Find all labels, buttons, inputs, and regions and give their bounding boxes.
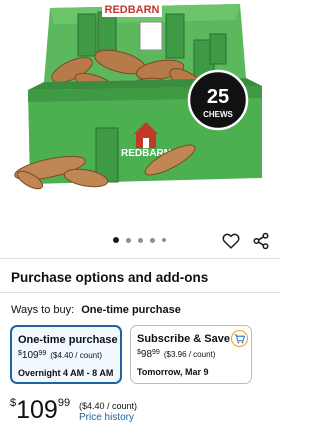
- brand-text: REDBARN: [105, 4, 160, 16]
- share-button[interactable]: [250, 230, 272, 252]
- option-title: Subscribe & Save: [137, 333, 230, 345]
- ways-to-buy: Ways to buy: One-time purchase: [11, 304, 181, 316]
- carousel-dot-3[interactable]: [138, 237, 143, 243]
- one-time-purchase-option[interactable]: One-time purchase $10999 ($4.40 / count) …: [10, 325, 122, 384]
- carousel-dot-1[interactable]: [113, 237, 119, 243]
- price-cents: 99: [57, 397, 71, 409]
- ways-to-buy-value: One-time purchase: [81, 304, 181, 316]
- option-unit-price: ($3.96 / count): [163, 350, 216, 359]
- carousel-dot-5[interactable]: [162, 238, 166, 242]
- share-icon: [253, 232, 269, 250]
- subscribe-and-save-option[interactable]: Subscribe & Save $9899 ($3.96 / count) To…: [130, 325, 252, 384]
- option-unit-price: ($4.40 / count): [50, 351, 102, 360]
- product-image[interactable]: REDBARN REDBARN 25 CHEWS: [0, 0, 280, 226]
- price-whole: 109: [21, 350, 39, 361]
- carousel-dot-4[interactable]: [150, 237, 155, 243]
- option-price: $10999 ($4.40 / count): [18, 350, 102, 361]
- heart-icon: [222, 233, 240, 249]
- option-price: $9899 ($3.96 / count): [137, 349, 215, 360]
- chews-label: CHEWS: [203, 110, 233, 119]
- price-cents: 99: [38, 350, 47, 357]
- ways-to-buy-label: Ways to buy:: [11, 304, 75, 316]
- price-whole: 109: [16, 396, 58, 424]
- section-divider-top: [0, 258, 280, 259]
- price-cents: 99: [152, 349, 160, 356]
- favorite-button[interactable]: [220, 230, 242, 252]
- carousel-dot-2[interactable]: [126, 237, 131, 243]
- chews-count: 25: [207, 86, 229, 108]
- price-history-link[interactable]: Price history: [79, 412, 134, 423]
- product-price: $10999: [10, 396, 70, 425]
- option-title: One-time purchase: [18, 334, 118, 346]
- price-whole: 98: [140, 349, 153, 360]
- product-photo: REDBARN REDBARN 25 CHEWS: [14, 1, 262, 190]
- option-delivery: Tomorrow, Mar 9: [137, 367, 209, 377]
- image-carousel-controls: [0, 226, 280, 256]
- subscribe-save-badge-icon: [231, 330, 248, 347]
- cart-icon: [234, 333, 245, 344]
- option-delivery: Overnight 4 AM - 8 AM: [18, 368, 114, 378]
- purchase-options-title: Purchase options and add-ons: [11, 270, 209, 285]
- carousel-dots[interactable]: [113, 237, 166, 243]
- section-divider: [0, 292, 280, 293]
- unit-price: ($4.40 / count): [79, 401, 138, 411]
